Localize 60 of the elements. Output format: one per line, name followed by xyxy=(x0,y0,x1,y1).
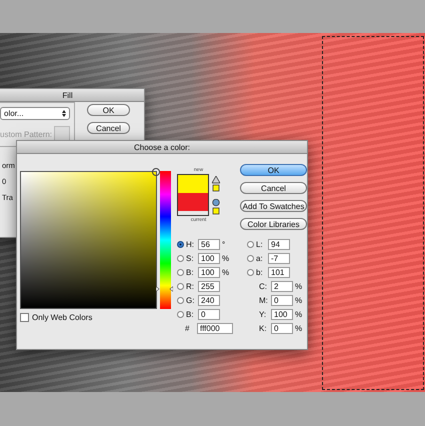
radio-button[interactable] xyxy=(177,296,184,304)
input-field[interactable]: 100 xyxy=(198,266,220,278)
contents-dropdown[interactable]: olor... xyxy=(0,107,70,120)
dialog-button[interactable]: Cancel xyxy=(240,182,307,194)
unit-label: % xyxy=(295,324,301,332)
field-label: K: xyxy=(259,324,268,332)
radio-button[interactable] xyxy=(247,268,254,276)
radio-button[interactable] xyxy=(247,254,254,262)
unit-label: % xyxy=(295,282,301,290)
field-label: B: xyxy=(186,268,195,276)
warning-icon[interactable] xyxy=(212,176,220,193)
dialog-button[interactable]: Color Libraries xyxy=(240,218,307,230)
field-label: Y: xyxy=(259,310,268,318)
input-field[interactable]: 100 xyxy=(271,308,293,320)
input-field[interactable]: 240 xyxy=(198,294,220,306)
input-field[interactable]: 101 xyxy=(268,266,290,278)
input-field[interactable]: 0 xyxy=(198,308,220,320)
input-field[interactable]: -7 xyxy=(268,252,290,264)
input-field[interactable]: fff000 xyxy=(197,322,233,334)
radio-button[interactable] xyxy=(247,240,254,248)
field-label: B: xyxy=(186,310,195,318)
unit-label: % xyxy=(295,310,301,318)
dialog-button[interactable]: OK xyxy=(240,164,307,176)
radio-button[interactable] xyxy=(177,282,184,290)
unit-label: % xyxy=(222,268,228,276)
dialog-button[interactable]: Cancel xyxy=(87,122,130,134)
field-label: S: xyxy=(186,254,195,262)
input-field[interactable]: 100 xyxy=(198,252,220,264)
input-field[interactable]: 0 xyxy=(271,294,293,306)
unit-label: % xyxy=(222,254,228,262)
checkbox[interactable] xyxy=(20,313,29,322)
input-field[interactable]: 94 xyxy=(268,238,290,250)
input-field[interactable]: 0 xyxy=(271,322,293,334)
radio-button[interactable] xyxy=(177,268,184,276)
input-field[interactable]: 255 xyxy=(198,280,220,292)
unit-label: ° xyxy=(222,240,226,248)
field-label: C: xyxy=(259,282,268,290)
field-label: # xyxy=(185,324,190,332)
dialog-button[interactable]: Add To Swatches xyxy=(240,200,307,212)
checkbox-label: Only Web Colors xyxy=(32,313,92,322)
updown-arrows-icon xyxy=(62,110,66,117)
dialog-button[interactable]: OK xyxy=(87,104,130,116)
field-label: M: xyxy=(259,296,269,304)
radio-button[interactable] xyxy=(177,254,184,262)
dialog-title: Choose a color: xyxy=(134,142,190,152)
input-field[interactable]: 56 xyxy=(198,238,220,250)
radio-button[interactable] xyxy=(177,240,184,248)
field-label: a: xyxy=(256,254,264,262)
custom-pattern-label: ustom Pattern: xyxy=(0,130,52,138)
field-label: H: xyxy=(186,240,195,248)
color-field[interactable] xyxy=(20,171,157,309)
radio-button[interactable] xyxy=(177,310,184,318)
input-field[interactable]: 2 xyxy=(271,280,293,292)
unit-label: % xyxy=(295,296,301,304)
field-label: L: xyxy=(256,240,264,248)
dialog-title: Fill xyxy=(62,90,73,100)
slider-thumb[interactable] xyxy=(156,284,173,290)
field-label: b: xyxy=(256,268,264,276)
field-label: R: xyxy=(186,282,195,290)
field-label: G: xyxy=(186,296,196,304)
